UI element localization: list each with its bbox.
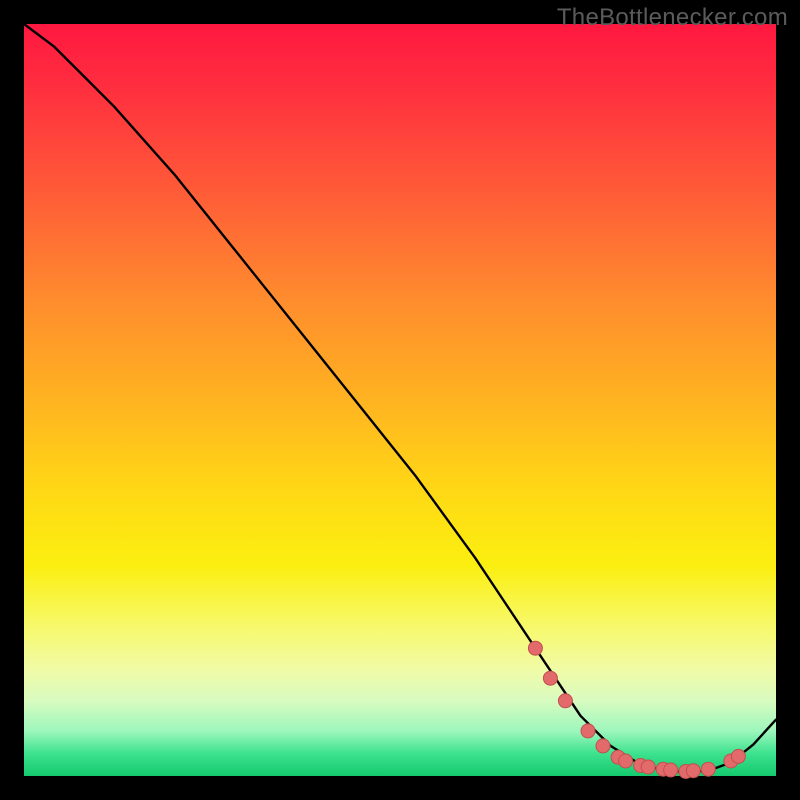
sample-dot: [558, 694, 572, 708]
sample-dot: [686, 764, 700, 778]
sample-dot: [543, 671, 557, 685]
chart-frame: TheBottlenecker.com: [0, 0, 800, 800]
sample-dot: [528, 641, 542, 655]
sample-dot: [619, 754, 633, 768]
sample-dot: [596, 739, 610, 753]
sample-dot: [581, 724, 595, 738]
sample-dots-svg: [24, 24, 776, 776]
sample-dot: [664, 763, 678, 777]
sample-dot: [641, 760, 655, 774]
watermark-text: TheBottlenecker.com: [557, 4, 788, 32]
sample-dot: [731, 749, 745, 763]
sample-dot: [701, 762, 715, 776]
